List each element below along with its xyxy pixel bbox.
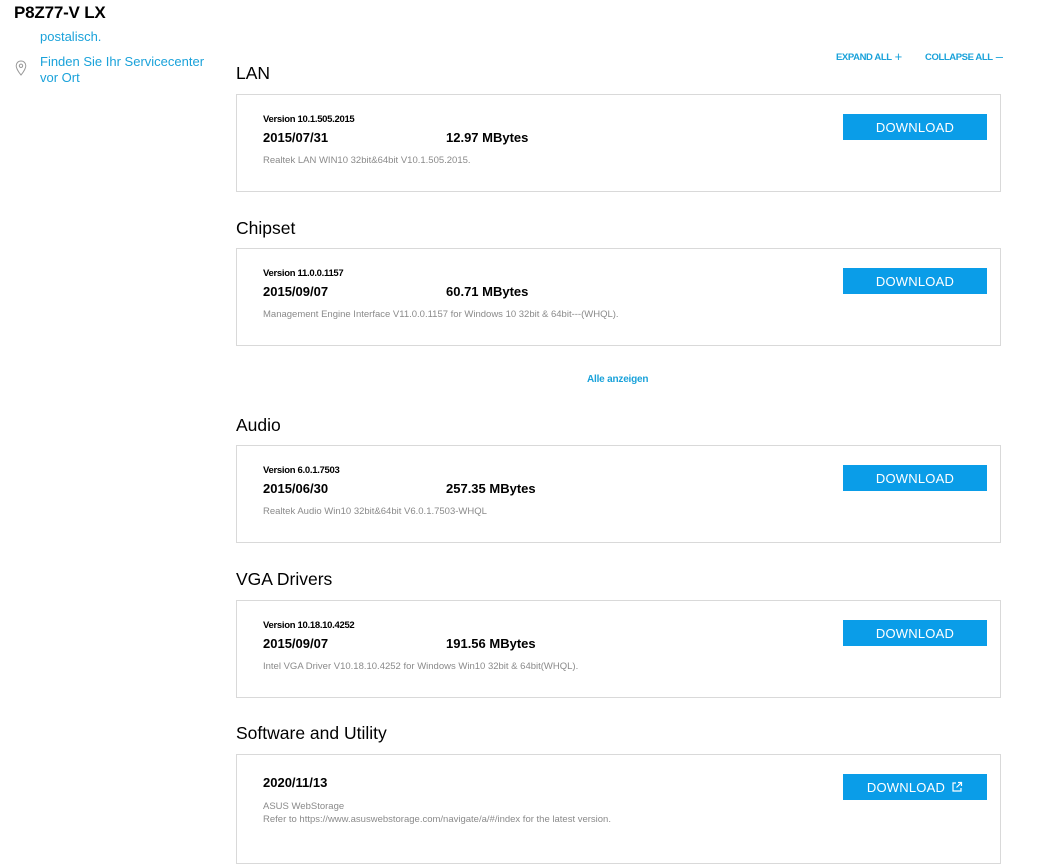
section-title-lan: LAN [236,63,271,83]
version-label: Version 11.0.0.1157 [263,268,344,279]
driver-card-chipset: Version 11.0.0.1157 2015/09/07 60.71 MBy… [236,248,1001,346]
download-label: DOWNLOAD [875,625,955,641]
plus-icon: + [894,49,903,64]
version-label: Version 10.18.10.4252 [263,620,355,631]
driver-card-software: 2020/11/13 ASUS WebStorage Refer to http… [236,754,1001,864]
driver-description: Management Engine Interface V11.0.0.1157… [263,309,619,320]
driver-card-audio: Version 6.0.1.7503 2015/06/30 257.35 MBy… [236,445,1001,543]
download-label: DOWNLOAD [875,273,955,289]
version-label: Version 6.0.1.7503 [263,465,340,476]
section-title-chipset: Chipset [236,218,296,238]
driver-card-lan: Version 10.1.505.2015 2015/07/31 12.97 M… [236,94,1001,192]
download-button-software[interactable]: DOWNLOAD [843,774,987,800]
expand-all-label: EXPAND ALL [836,52,892,63]
file-size: 191.56 MBytes [446,636,536,651]
software-description: Refer to https://www.asuswebstorage.com/… [263,814,611,825]
service-center-link[interactable]: Finden Sie Ihr Servicecenter vor Ort [40,54,215,86]
file-size: 60.71 MBytes [446,284,529,299]
software-name: ASUS WebStorage [263,801,345,812]
section-title-audio: Audio [236,415,281,435]
show-all-link[interactable]: Alle anzeigen [587,374,649,385]
collapse-all-label: COLLAPSE ALL [925,52,993,63]
download-button-audio[interactable]: DOWNLOAD [843,465,987,491]
location-pin-icon [15,60,27,76]
download-label: DOWNLOAD [875,119,955,135]
minus-icon: – [995,49,1003,64]
driver-description: Realtek LAN WIN10 32bit&64bit V10.1.505.… [263,155,471,166]
release-date: 2015/09/07 [263,284,329,299]
release-date: 2015/06/30 [263,481,329,496]
external-link-icon [952,781,963,792]
file-size: 12.97 MBytes [446,130,529,145]
driver-description: Realtek Audio Win10 32bit&64bit V6.0.1.7… [263,506,487,517]
release-date: 2020/11/13 [263,775,328,790]
release-date: 2015/07/31 [263,130,329,145]
driver-card-vga: Version 10.18.10.4252 2015/09/07 191.56 … [236,600,1001,698]
file-size: 257.35 MBytes [446,481,536,496]
download-label: DOWNLOAD [866,779,946,795]
expand-all-button[interactable]: EXPAND ALL + [836,48,903,64]
download-button-chipset[interactable]: DOWNLOAD [843,268,987,294]
section-title-vga: VGA Drivers [236,569,333,589]
driver-description: Intel VGA Driver V10.18.10.4252 for Wind… [263,661,579,672]
collapse-all-button[interactable]: COLLAPSE ALL – [925,48,1003,64]
version-label: Version 10.1.505.2015 [263,114,355,125]
section-title-software: Software and Utility [236,723,387,743]
release-date: 2015/09/07 [263,636,329,651]
download-button-lan[interactable]: DOWNLOAD [843,114,987,140]
postal-contact-link[interactable]: postalisch. [40,29,101,45]
download-button-vga[interactable]: DOWNLOAD [843,620,987,646]
download-label: DOWNLOAD [875,470,955,486]
product-title: P8Z77-V LX [14,3,106,22]
